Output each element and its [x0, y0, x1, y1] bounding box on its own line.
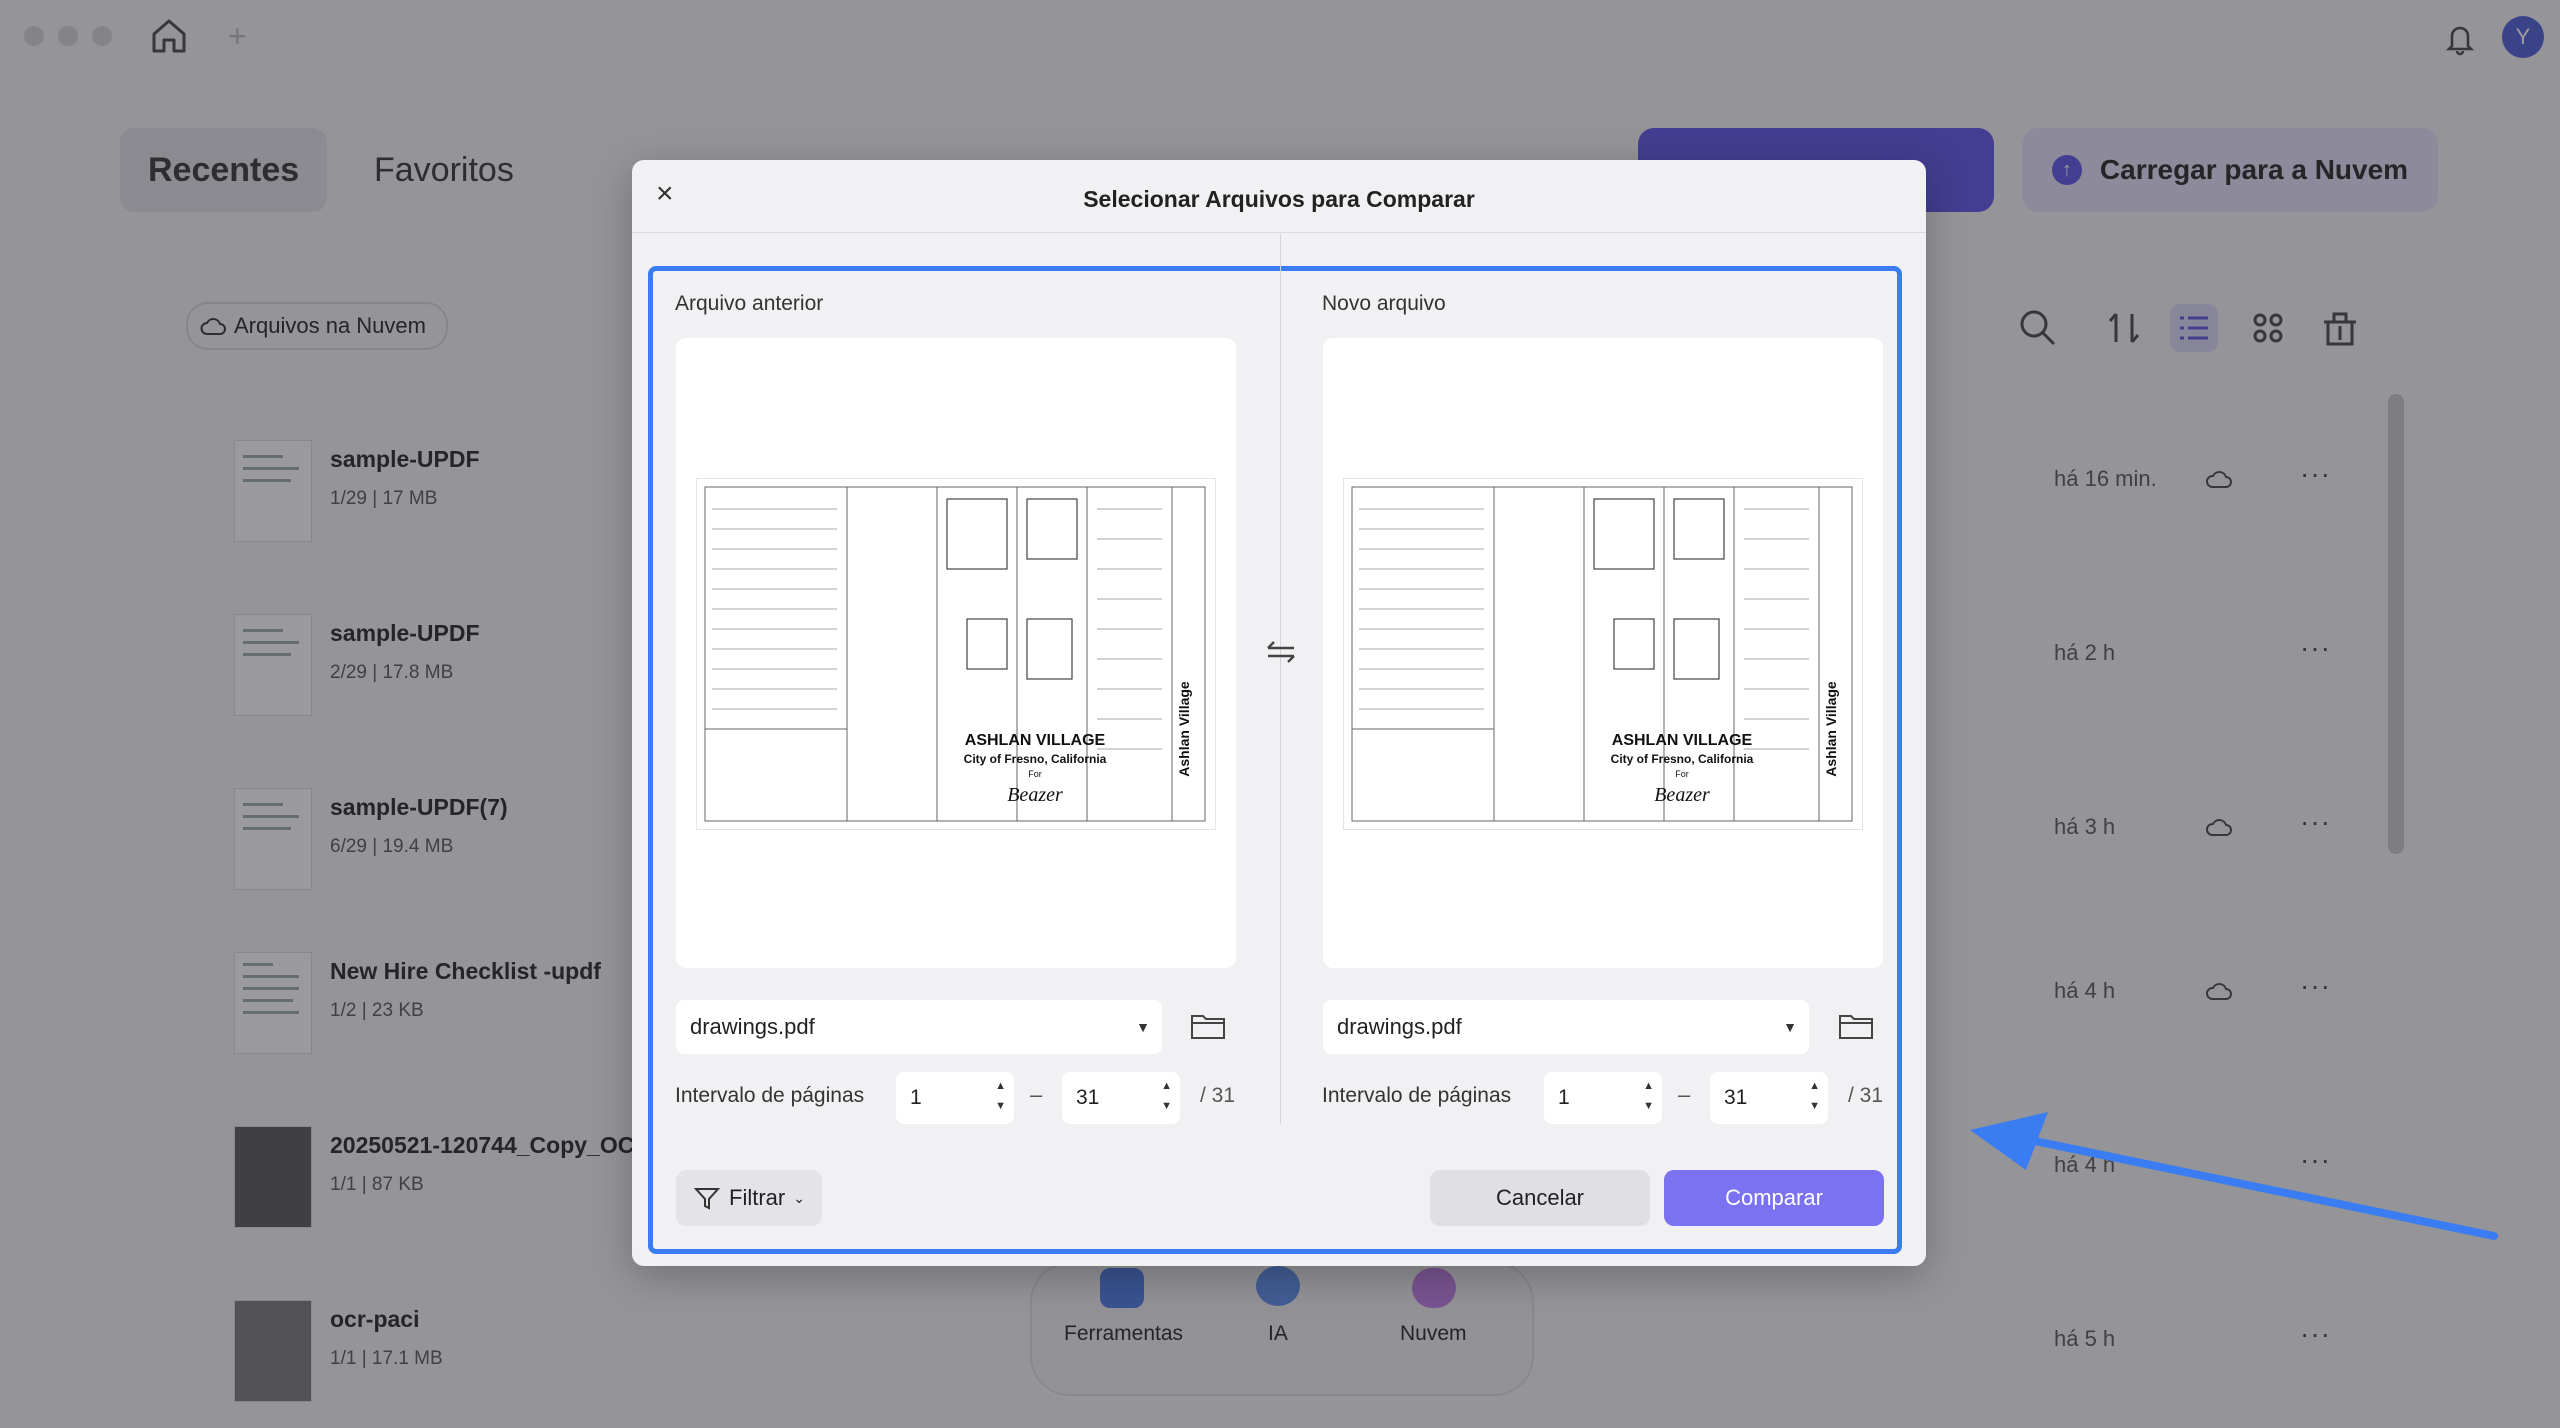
drawing-title: ASHLAN VILLAGE	[965, 732, 1106, 749]
swap-icon[interactable]	[1264, 632, 1298, 672]
previous-file-name: drawings.pdf	[690, 1014, 815, 1039]
previous-file-select[interactable]: drawings.pdf ▼	[676, 1000, 1162, 1054]
range-dash: –	[1678, 1082, 1691, 1107]
page-total: / 31	[1848, 1084, 1884, 1107]
drawing-brand: Beazer	[1654, 784, 1710, 806]
panel-divider	[1280, 234, 1281, 1124]
drawing-page: ASHLAN VILLAGE City of Fresno, Californi…	[1343, 478, 1863, 830]
cancel-button[interactable]: Cancelar	[1430, 1170, 1650, 1226]
drawing-title: ASHLAN VILLAGE	[1612, 732, 1753, 749]
divider	[632, 232, 1926, 233]
drawing-side-title: Ashlan Village	[1823, 681, 1839, 777]
filter-icon	[693, 1188, 721, 1210]
page-range-label: Intervalo de páginas	[675, 1084, 865, 1107]
stepper-icon[interactable]: ▲ ▼	[1161, 1076, 1172, 1116]
chevron-down-icon: ▼	[1136, 1019, 1150, 1035]
range-from-input[interactable]: 1 ▲ ▼	[1544, 1072, 1662, 1124]
chevron-down-icon: ⌄	[793, 1189, 805, 1206]
filter-button[interactable]: Filtrar ⌄	[676, 1170, 822, 1226]
range-to-input[interactable]: 31 ▲ ▼	[1062, 1072, 1180, 1124]
folder-icon[interactable]	[1188, 1006, 1228, 1046]
new-file-label: Novo arquivo	[1322, 292, 1446, 315]
drawing-side-title: Ashlan Village	[1176, 681, 1192, 777]
previous-file-preview: ASHLAN VILLAGE City of Fresno, Californi…	[676, 338, 1236, 968]
drawing-subtitle: City of Fresno, California	[964, 752, 1107, 766]
new-file-select[interactable]: drawings.pdf ▼	[1323, 1000, 1809, 1054]
filter-label: Filtrar	[729, 1185, 786, 1210]
chevron-down-icon: ▼	[1783, 1019, 1797, 1035]
drawing-for: For	[1675, 769, 1689, 779]
dialog-title: Selecionar Arquivos para Comparar	[1083, 186, 1475, 212]
range-dash: –	[1030, 1082, 1043, 1107]
range-from-input[interactable]: 1 ▲ ▼	[896, 1072, 1014, 1124]
page-total: / 31	[1200, 1084, 1236, 1107]
new-file-name: drawings.pdf	[1337, 1014, 1462, 1039]
compare-button[interactable]: Comparar	[1664, 1170, 1884, 1226]
drawing-for: For	[1028, 769, 1042, 779]
drawing-page: ASHLAN VILLAGE City of Fresno, Californi…	[696, 478, 1216, 830]
previous-file-label: Arquivo anterior	[675, 292, 824, 315]
drawing-subtitle: City of Fresno, California	[1611, 752, 1754, 766]
range-to-input[interactable]: 31 ▲ ▼	[1710, 1072, 1828, 1124]
stepper-icon[interactable]: ▲ ▼	[995, 1076, 1006, 1116]
folder-icon[interactable]	[1836, 1006, 1876, 1046]
stepper-icon[interactable]: ▲ ▼	[1643, 1076, 1654, 1116]
new-file-preview: ASHLAN VILLAGE City of Fresno, Californi…	[1323, 338, 1883, 968]
drawing-brand: Beazer	[1007, 784, 1063, 806]
page-range-label: Intervalo de páginas	[1322, 1084, 1512, 1107]
stepper-icon[interactable]: ▲ ▼	[1809, 1076, 1820, 1116]
